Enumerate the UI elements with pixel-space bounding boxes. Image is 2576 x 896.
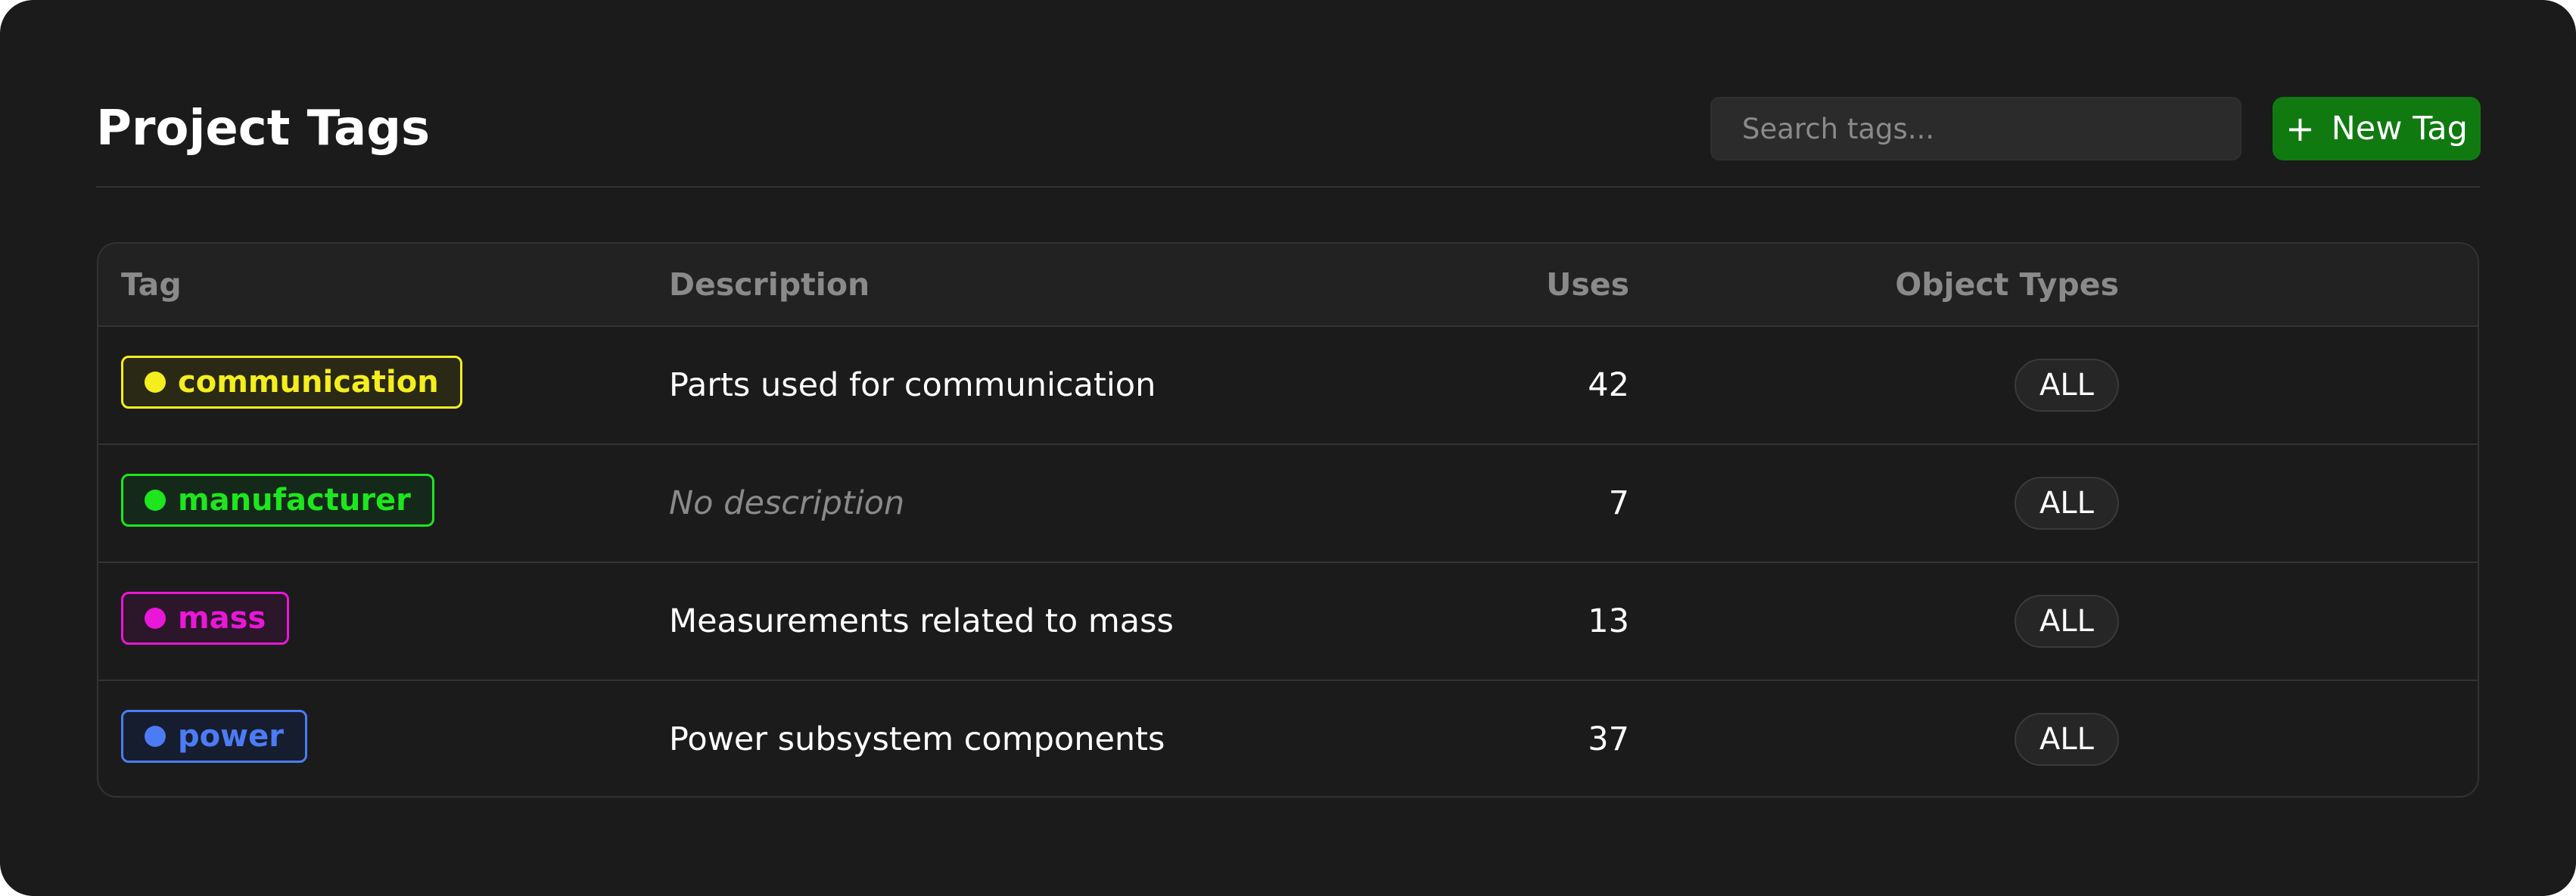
tags-table: Tag Description Uses Object Types commun… [97, 242, 2479, 798]
table-row[interactable]: mass Measurements related to mass 13 ALL [98, 563, 2478, 681]
tag-uses-count: 37 [1588, 720, 1629, 758]
tag-description: Parts used for communication [669, 366, 1156, 404]
tag-color-dot [145, 608, 166, 629]
table-header: Tag Description Uses Object Types [98, 244, 2478, 327]
tag-chip[interactable]: power [121, 710, 307, 763]
column-header-description[interactable]: Description [669, 244, 870, 325]
tag-color-dot [145, 726, 166, 747]
tag-uses-count: 42 [1588, 366, 1629, 404]
page-title: Project Tags [96, 101, 431, 157]
tag-chip[interactable]: communication [121, 356, 462, 409]
tag-uses-count: 13 [1588, 602, 1629, 640]
tag-description: Measurements related to mass [669, 602, 1174, 640]
tag-color-dot [145, 372, 166, 393]
object-types-badge: ALL [2014, 713, 2119, 766]
object-types-badge: ALL [2014, 477, 2119, 530]
tags-panel: Project Tags + New Tag Tag Description U… [0, 0, 2576, 896]
table-row[interactable]: power Power subsystem components 37 ALL [98, 681, 2478, 796]
tag-label: power [178, 719, 284, 754]
column-header-object-types[interactable]: Object Types [1895, 244, 2119, 325]
tag-label: mass [178, 601, 266, 636]
new-tag-button[interactable]: + New Tag [2273, 97, 2481, 160]
tag-description: No description [669, 484, 905, 522]
tag-label: manufacturer [178, 483, 411, 518]
plus-icon: + [2285, 108, 2315, 149]
tag-label: communication [178, 365, 439, 400]
search-input[interactable] [1710, 97, 2242, 160]
tag-chip[interactable]: manufacturer [121, 474, 434, 527]
new-tag-label: New Tag [2331, 110, 2468, 148]
column-header-uses[interactable]: Uses [1546, 244, 1629, 325]
tag-chip[interactable]: mass [121, 592, 290, 645]
page-header: Project Tags + New Tag [96, 95, 2481, 188]
object-types-badge: ALL [2014, 359, 2119, 412]
tag-color-dot [145, 490, 166, 511]
tag-uses-count: 7 [1608, 484, 1629, 522]
table-row[interactable]: manufacturer No description 7 ALL [98, 445, 2478, 563]
column-header-tag[interactable]: Tag [121, 244, 182, 325]
object-types-badge: ALL [2014, 595, 2119, 648]
table-row[interactable]: communication Parts used for communicati… [98, 327, 2478, 445]
tag-description: Power subsystem components [669, 720, 1165, 758]
